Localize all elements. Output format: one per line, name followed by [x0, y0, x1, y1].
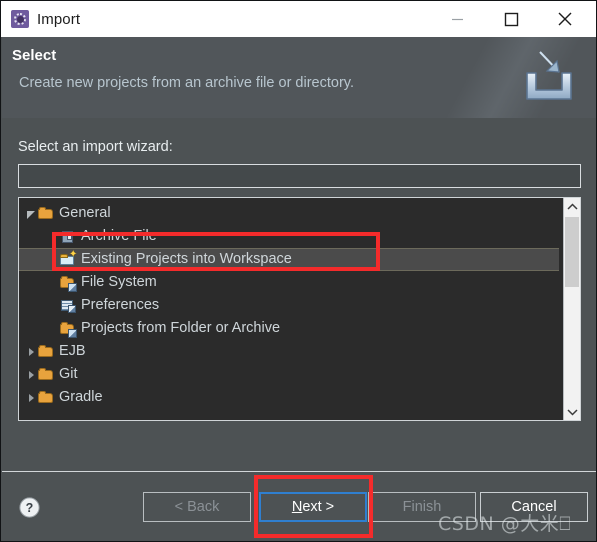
tree-item[interactable]: ✦ Existing Projects into Workspace — [19, 248, 559, 271]
folder-open-icon — [38, 344, 54, 360]
chevron-up-icon — [566, 202, 578, 210]
scrollbar-down-button[interactable] — [564, 403, 580, 420]
chevron-down-icon — [566, 408, 578, 416]
tree-item[interactable]: Git — [19, 363, 559, 386]
close-icon — [558, 12, 572, 26]
tree-item[interactable]: EJB — [19, 340, 559, 363]
help-icon[interactable]: ? — [19, 497, 40, 518]
tree-item-label: Git — [59, 366, 78, 382]
tree-item-label: EJB — [59, 343, 86, 359]
tree-item-label: General — [59, 205, 111, 221]
select-wizard-label: Select an import wizard: — [18, 139, 173, 155]
folder-open-icon — [38, 206, 54, 222]
archive-file-icon — [60, 229, 76, 245]
next-button-label: ext > — [302, 499, 335, 515]
import-dialog: Import Select Create new projects from a… — [0, 0, 597, 542]
tree-item[interactable]: Gradle — [19, 386, 559, 409]
tree-item[interactable]: File System — [19, 271, 559, 294]
folder-pencil-icon — [60, 321, 77, 338]
tree-item[interactable]: Preferences — [19, 294, 559, 317]
minimize-icon — [451, 18, 463, 20]
wizard-banner: Select Create new projects from an archi… — [2, 37, 596, 118]
import-tray-icon — [526, 51, 572, 100]
maximize-button[interactable] — [488, 1, 534, 37]
folder-star-icon: ✦ — [60, 248, 78, 268]
banner-description: Create new projects from an archive file… — [19, 75, 354, 91]
preferences-icon — [60, 298, 76, 314]
dialog-body: Select an import wizard: General Archive … — [2, 118, 596, 470]
folder-open-icon — [38, 390, 54, 406]
banner-title: Select — [12, 47, 57, 64]
minimize-button[interactable] — [434, 1, 480, 37]
tree-list: General Archive File ✦ Existing Projects in… — [19, 198, 559, 409]
folder-pencil-icon — [60, 275, 77, 292]
next-button[interactable]: Next > — [259, 492, 367, 522]
back-button[interactable]: < Back — [143, 492, 251, 522]
close-button[interactable] — [542, 1, 588, 37]
pencil-badge-icon — [68, 328, 77, 338]
wizard-filter-input[interactable] — [18, 164, 581, 188]
import-wizard-icon — [11, 10, 29, 28]
star-badge-icon: ✦ — [69, 248, 78, 260]
tree-item-label: File System — [81, 274, 157, 290]
expand-arrow-icon[interactable] — [25, 345, 38, 358]
window-title: Import — [37, 10, 81, 28]
svg-text:?: ? — [26, 501, 34, 515]
folder-open-icon — [38, 367, 54, 383]
expand-arrow-icon[interactable] — [25, 368, 38, 381]
tree-item-label: Archive File — [81, 228, 157, 244]
title-bar: Import — [1, 1, 596, 37]
watermark: CSDN @大米⎕ — [438, 513, 572, 535]
scrollbar-thumb[interactable] — [565, 217, 579, 287]
tree-item[interactable]: Archive File — [19, 225, 559, 248]
tree-item-label: Preferences — [81, 297, 160, 313]
pencil-badge-icon — [68, 282, 77, 292]
tree-item-label: Existing Projects into Workspace — [81, 251, 292, 267]
tree-scrollbar[interactable] — [563, 198, 580, 420]
tree-item-label: Projects from Folder or Archive — [81, 320, 281, 336]
import-wizard-tree[interactable]: General Archive File ✦ Existing Projects in… — [18, 197, 581, 421]
tree-item[interactable]: General — [19, 202, 559, 225]
maximize-icon — [504, 12, 518, 26]
collapse-arrow-icon[interactable] — [25, 207, 38, 220]
tree-item[interactable]: Projects from Folder or Archive — [19, 317, 559, 340]
expand-arrow-icon[interactable] — [25, 391, 38, 404]
next-button-mnemonic: N — [291, 499, 303, 515]
tree-item-label: Gradle — [59, 389, 103, 405]
scrollbar-up-button[interactable] — [564, 198, 580, 215]
